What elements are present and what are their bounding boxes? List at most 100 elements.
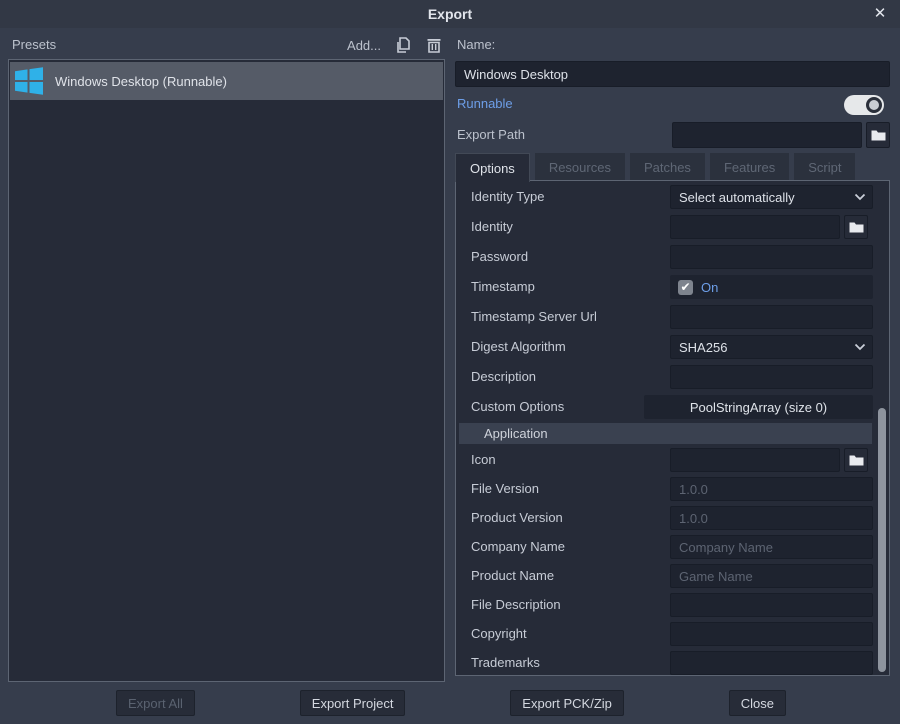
option-row-file-description: File Description <box>456 590 889 619</box>
option-row-description: Description <box>456 362 889 392</box>
option-row-company-name: Company Name <box>456 532 889 561</box>
export-path-browse-button[interactable] <box>866 122 890 148</box>
toggle-knob <box>866 97 882 113</box>
export-path-input[interactable] <box>672 122 862 148</box>
windows-logo-icon <box>13 65 45 97</box>
text-input-timestamp-server-url[interactable] <box>670 305 873 329</box>
tab-label: Patches <box>644 160 691 175</box>
name-label: Name: <box>457 37 495 52</box>
option-row-password: Password <box>456 242 889 272</box>
close-icon[interactable]: ✕ <box>870 4 890 24</box>
runnable-label: Runnable <box>457 96 513 111</box>
dropdown-value: Select automatically <box>671 190 854 205</box>
export-project-button[interactable]: Export Project <box>300 690 406 716</box>
option-row-copyright: Copyright <box>456 619 889 648</box>
option-label: Timestamp Server Url <box>471 302 597 332</box>
option-row-timestamp-server-url: Timestamp Server Url <box>456 302 889 332</box>
text-input-identity[interactable] <box>670 215 840 239</box>
option-label: File Version <box>471 474 539 504</box>
section-header-bar[interactable]: Application <box>459 423 872 444</box>
add-preset-button[interactable]: Add... <box>347 38 381 53</box>
tab-resources[interactable]: Resources <box>535 153 625 181</box>
option-label: Password <box>471 242 528 272</box>
folder-icon <box>849 221 864 233</box>
text-input-product-name[interactable] <box>670 564 873 588</box>
presets-label: Presets <box>12 37 56 52</box>
option-row-product-name: Product Name <box>456 561 889 590</box>
duplicate-preset-icon[interactable] <box>394 36 412 54</box>
text-input-trademarks[interactable] <box>670 651 873 675</box>
option-row-trademarks: Trademarks <box>456 648 889 676</box>
window-title: Export <box>0 6 900 22</box>
option-label: Identity <box>471 212 513 242</box>
option-label: Trademarks <box>471 648 540 676</box>
text-input-company-name[interactable] <box>670 535 873 559</box>
option-label: Icon <box>471 445 496 475</box>
tab-label: Options <box>470 161 515 176</box>
text-input-icon[interactable] <box>670 448 840 472</box>
options-panel: Identity TypeSelect automaticallyIdentit… <box>455 180 890 676</box>
checkbox-field-timestamp: ✔ On <box>670 275 873 299</box>
browse-button-icon[interactable] <box>844 448 868 472</box>
section-header-label: Application <box>484 426 548 441</box>
dropdown-value: SHA256 <box>671 340 854 355</box>
option-row-identity: Identity <box>456 212 889 242</box>
tab-label: Script <box>808 160 841 175</box>
section-header-application: Application <box>456 423 889 444</box>
option-label: Product Name <box>471 561 554 591</box>
preset-item-label: Windows Desktop (Runnable) <box>55 74 227 89</box>
name-input[interactable] <box>455 61 890 87</box>
dropdown-digest-algorithm[interactable]: SHA256 <box>670 335 873 359</box>
footer-buttons: Export All Export Project Export PCK/Zip Cl… <box>116 690 786 716</box>
scrollbar <box>878 181 886 674</box>
export-path-label: Export Path <box>457 127 525 142</box>
check-icon: ✔ <box>680 280 690 294</box>
option-label: Identity Type <box>471 182 544 212</box>
folder-icon <box>849 454 864 466</box>
chevron-down-icon <box>854 343 872 351</box>
option-label: Company Name <box>471 532 565 562</box>
tab-patches[interactable]: Patches <box>630 153 705 181</box>
checkbox-state-label: On <box>701 280 718 295</box>
array-edit-button-custom-options[interactable]: PoolStringArray (size 0) <box>644 395 873 419</box>
folder-icon <box>871 129 886 141</box>
preset-list: Windows Desktop (Runnable) <box>8 59 445 682</box>
export-pck-zip-button[interactable]: Export PCK/Zip <box>510 690 624 716</box>
option-row-timestamp: Timestamp ✔ On <box>456 272 889 302</box>
tab-features[interactable]: Features <box>710 153 789 181</box>
chevron-down-icon <box>854 193 872 201</box>
option-label: Timestamp <box>471 272 535 302</box>
runnable-toggle[interactable] <box>844 95 884 115</box>
option-row-product-version: Product Version <box>456 503 889 532</box>
option-label: File Description <box>471 590 561 620</box>
tab-options[interactable]: Options <box>455 153 530 182</box>
text-input-copyright[interactable] <box>670 622 873 646</box>
option-row-icon: Icon <box>456 445 889 474</box>
option-row-digest-algorithm: Digest AlgorithmSHA256 <box>456 332 889 362</box>
tab-script[interactable]: Script <box>794 153 855 181</box>
text-input-file-description[interactable] <box>670 593 873 617</box>
checkbox-timestamp[interactable]: ✔ <box>678 280 693 295</box>
text-input-description[interactable] <box>670 365 873 389</box>
scrollbar-thumb[interactable] <box>878 408 886 672</box>
preset-toolbar: Add... <box>300 33 443 57</box>
option-label: Custom Options <box>471 392 564 422</box>
option-row-file-version: File Version <box>456 474 889 503</box>
export-all-button: Export All <box>116 690 195 716</box>
delete-preset-icon[interactable] <box>425 36 443 54</box>
text-input-password[interactable] <box>670 245 873 269</box>
option-label: Description <box>471 362 536 392</box>
option-row-identity-type: Identity Type Select automatically <box>456 182 889 212</box>
option-label: Product Version <box>471 503 563 533</box>
option-row-custom-options: Custom Options PoolStringArray (size 0) <box>456 392 889 422</box>
tab-label: Features <box>724 160 775 175</box>
browse-button-identity[interactable] <box>844 215 868 239</box>
close-button[interactable]: Close <box>729 690 786 716</box>
option-label: Copyright <box>471 619 527 649</box>
dropdown-identity-type[interactable]: Select automatically <box>670 185 873 209</box>
text-input-product-version[interactable] <box>670 506 873 530</box>
tab-label: Resources <box>549 160 611 175</box>
tab-bar: Options Resources Patches Features Script <box>455 153 855 181</box>
preset-item[interactable]: Windows Desktop (Runnable) <box>10 62 443 100</box>
text-input-file-version[interactable] <box>670 477 873 501</box>
